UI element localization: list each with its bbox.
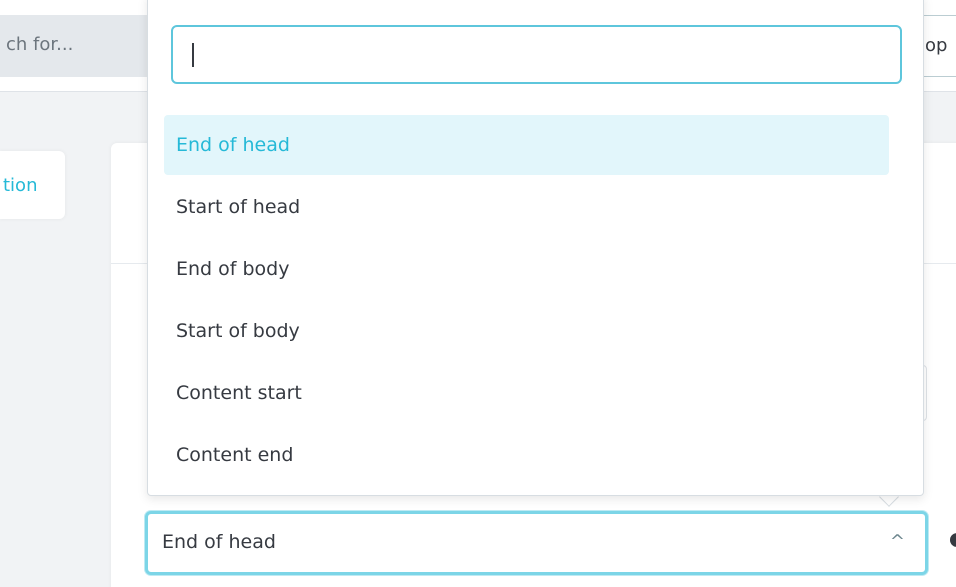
dropdown-options: End of head Start of head End of body St… xyxy=(164,115,889,487)
text-cursor xyxy=(192,43,194,67)
shop-selector-label: op xyxy=(925,35,948,56)
option-end-of-body[interactable]: End of body xyxy=(164,239,889,299)
select-current-value: End of head xyxy=(162,531,276,553)
option-content-end[interactable]: Content end xyxy=(164,425,889,485)
header-search-placeholder: ch for... xyxy=(6,34,74,55)
stage: ch for... op tion End of head ^ End of h… xyxy=(0,0,956,587)
option-end-of-head[interactable]: End of head xyxy=(164,115,889,175)
hook-position-select[interactable]: End of head ^ xyxy=(145,511,928,575)
option-content-start[interactable]: Content start xyxy=(164,363,889,423)
side-tab-label: tion xyxy=(3,175,38,196)
option-start-of-head[interactable]: Start of head xyxy=(164,177,889,237)
chevron-up-icon: ^ xyxy=(889,531,905,552)
dropdown-search-input[interactable] xyxy=(171,25,902,84)
option-start-of-body[interactable]: Start of body xyxy=(164,301,889,361)
select-dropdown: End of head Start of head End of body St… xyxy=(147,0,924,496)
side-tab[interactable]: tion xyxy=(0,151,65,219)
